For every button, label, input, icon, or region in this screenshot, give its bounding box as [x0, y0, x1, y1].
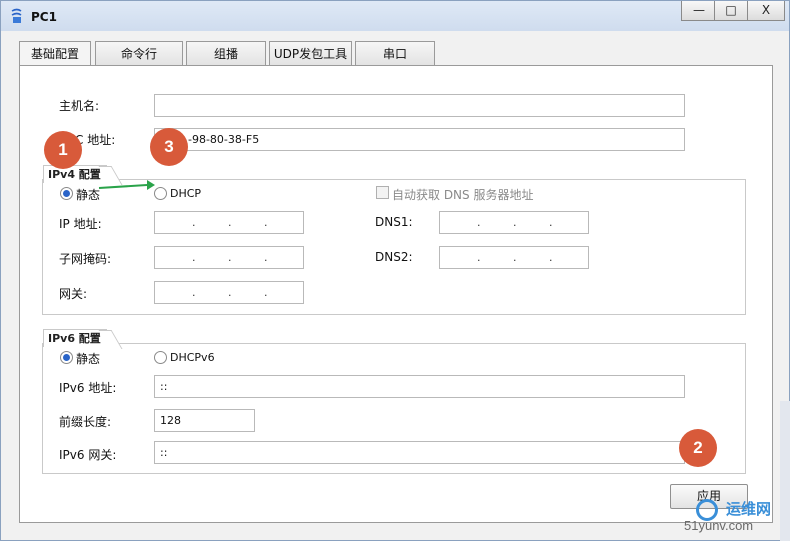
title-bar[interactable]: PC1 — □ X — [1, 1, 789, 31]
ipv6-static-label: 静态 — [76, 352, 101, 366]
annotation-badge-3: 3 — [150, 128, 188, 166]
ipv4-dhcp-label: DHCP — [170, 187, 202, 200]
ipv6-dhcpv6-label: DHCPv6 — [170, 351, 215, 364]
close-button[interactable]: X — [747, 1, 785, 21]
gateway-input[interactable]: ... — [154, 281, 304, 304]
subnet-mask-input[interactable]: ... — [154, 246, 304, 269]
minimize-button[interactable]: — — [681, 1, 717, 21]
dns1-label: DNS1: — [375, 215, 413, 229]
dns1-input[interactable]: ... — [439, 211, 589, 234]
ipv6-static-radio[interactable] — [60, 351, 73, 364]
prefix-length-label: 前缀长度: — [59, 415, 112, 429]
mac-address-field: -98-80-38-F5 — [154, 128, 685, 151]
ip-address-label: IP 地址: — [59, 217, 102, 231]
gateway-label: 网关: — [59, 287, 88, 301]
tab-multicast[interactable]: 组播 — [186, 41, 266, 66]
ipv4-static-radio[interactable] — [60, 187, 73, 200]
dns2-label: DNS2: — [375, 250, 413, 264]
subnet-mask-label: 子网掩码: — [59, 252, 112, 266]
annotation-arrow — [98, 180, 155, 190]
ipv6-gateway-input[interactable]: :: — [154, 441, 685, 464]
prefix-length-input[interactable]: 128 — [154, 409, 255, 432]
hostname-label: 主机名: — [59, 99, 100, 113]
annotation-badge-1: 1 — [44, 131, 82, 169]
ipv6-address-label: IPv6 地址: — [59, 381, 117, 395]
ipv6-gateway-label: IPv6 网关: — [59, 448, 117, 462]
watermark: 运维网 51yunv.com — [684, 497, 789, 541]
ip-address-input[interactable]: ... — [154, 211, 304, 234]
watermark-en: 51yunv.com — [684, 518, 754, 533]
hostname-input[interactable] — [154, 94, 685, 117]
tab-command-line[interactable]: 命令行 — [95, 41, 183, 66]
tab-basic-config[interactable]: 基础配置 — [19, 41, 91, 67]
annotation-badge-2: 2 — [679, 429, 717, 467]
ipv6-dhcpv6-radio[interactable] — [154, 351, 167, 364]
maximize-button[interactable]: □ — [714, 1, 748, 21]
auto-dns-checkbox[interactable] — [376, 186, 389, 199]
auto-dns-label: 自动获取 DNS 服务器地址 — [392, 188, 534, 202]
ipv6-address-input[interactable]: :: — [154, 375, 685, 398]
tab-udp-tool[interactable]: UDP发包工具 — [269, 41, 352, 66]
pc1-window: PC1 — □ X 基础配置 命令行 组播 UDP发包工具 串口 主机名: C … — [0, 0, 790, 541]
window-title: PC1 — [31, 10, 57, 24]
app-icon — [11, 8, 22, 23]
tab-serial[interactable]: 串口 — [355, 41, 435, 66]
ipv6-group-title: IPv6 配置 — [43, 329, 107, 347]
dns2-input[interactable]: ... — [439, 246, 589, 269]
watermark-cn: 运维网 — [726, 500, 772, 518]
